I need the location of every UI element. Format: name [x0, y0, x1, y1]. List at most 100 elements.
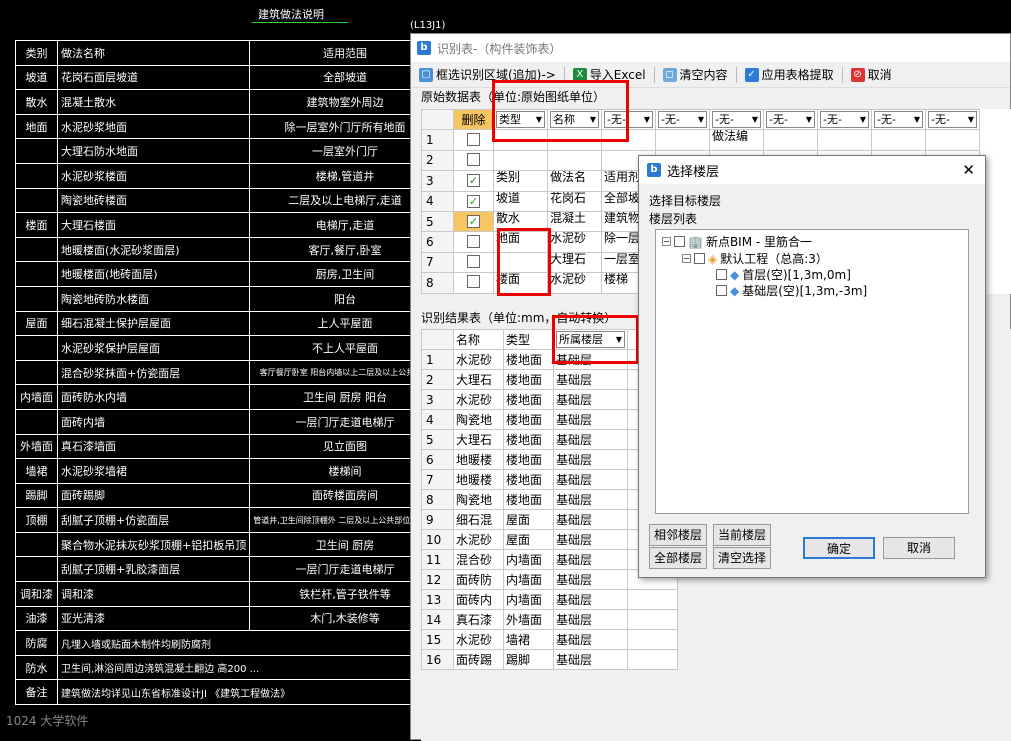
raw-cell[interactable]: 水泥砂	[547, 272, 602, 294]
raw-cell[interactable]: 坡道	[493, 190, 548, 212]
column-type-dropdown[interactable]: -无- ▼	[874, 111, 923, 129]
result-cell[interactable]: 基础层	[553, 569, 628, 590]
result-cell[interactable]: 基础层	[553, 449, 628, 470]
result-cell[interactable]: 面砖内	[453, 589, 504, 610]
result-cell[interactable]: 基础层	[553, 629, 628, 650]
raw-cell[interactable]	[763, 129, 818, 151]
result-cell[interactable]: 内墙面	[503, 569, 554, 590]
delete-checkbox[interactable]: ✓	[467, 215, 480, 229]
raw-cell[interactable]: 水泥砂	[547, 231, 602, 253]
result-cell[interactable]: 楼地面	[503, 469, 554, 490]
dialog-cancel-button[interactable]: 取消	[883, 537, 955, 559]
delete-checkbox[interactable]: ✓	[467, 194, 480, 208]
column-type-dropdown[interactable]: -无- ▼	[766, 111, 815, 129]
delete-checkbox-cell[interactable]: ✓	[453, 190, 494, 212]
result-cell[interactable]	[627, 609, 678, 630]
column-type-dropdown[interactable]: 类型 ▼	[496, 111, 545, 129]
tree-root[interactable]: − 🏢 新点BIM - 里筋合一	[662, 233, 812, 250]
raw-cell[interactable]: 散水	[493, 210, 548, 233]
delete-checkbox-cell[interactable]: ✓	[453, 210, 494, 233]
tree-checkbox[interactable]	[694, 253, 705, 264]
close-icon[interactable]: ✕	[962, 161, 975, 179]
result-cell[interactable]: 面砖防	[453, 569, 504, 590]
tree-project[interactable]: − ◈ 默认工程（总高:3）	[682, 250, 828, 267]
result-cell[interactable]: 陶瓷地	[453, 409, 504, 430]
result-cell[interactable]: 楼地面	[503, 369, 554, 390]
result-cell[interactable]: 大理石	[453, 429, 504, 450]
result-cell[interactable]: 屋面	[503, 529, 554, 550]
collapse-icon[interactable]: −	[682, 254, 691, 263]
result-cell[interactable]: 基础层	[553, 589, 628, 610]
column-type-dropdown[interactable]: 名称 ▼	[550, 111, 599, 129]
delete-checkbox-cell[interactable]	[453, 129, 494, 151]
tree-checkbox[interactable]	[674, 236, 685, 247]
raw-cell[interactable]: 大理石	[547, 251, 602, 274]
result-cell[interactable]: 基础层	[553, 469, 628, 490]
ok-button[interactable]: 确定	[803, 537, 875, 559]
raw-cell[interactable]: 地面	[493, 231, 548, 253]
result-cell[interactable]: 水泥砂	[453, 529, 504, 550]
result-cell[interactable]: 内墙面	[503, 549, 554, 570]
result-cell[interactable]: 楼地面	[503, 409, 554, 430]
delete-checkbox-cell[interactable]	[453, 149, 494, 172]
floor-dropdown[interactable]: 所属楼层 ▼	[556, 331, 625, 348]
raw-cell[interactable]: 混凝土	[547, 210, 602, 233]
result-cell[interactable]	[627, 589, 678, 610]
raw-cell[interactable]	[493, 129, 548, 151]
result-cell[interactable]: 陶瓷地	[453, 489, 504, 510]
raw-cell[interactable]	[493, 149, 548, 172]
raw-cell[interactable]	[871, 129, 926, 151]
delete-checkbox[interactable]	[467, 234, 480, 248]
raw-cell[interactable]: 楼面	[493, 272, 548, 294]
raw-row[interactable]: 1 做法编	[421, 129, 980, 151]
result-cell[interactable]: 踢脚	[503, 649, 554, 670]
raw-cell[interactable]	[493, 251, 548, 274]
clear-selection-button[interactable]: 清空选择	[713, 547, 771, 569]
tree-floor-1[interactable]: ◆ 首层(空)[1,3m,0m]	[716, 266, 851, 283]
import-excel-button[interactable]: X 导入Excel	[569, 65, 650, 84]
result-cell[interactable]: 墙裙	[503, 629, 554, 650]
result-cell[interactable]: 基础层	[553, 609, 628, 630]
result-cell[interactable]	[627, 629, 678, 650]
column-type-dropdown[interactable]: -无- ▼	[928, 111, 977, 129]
clear-content-button[interactable]: ◻ 清空内容	[659, 65, 732, 84]
result-cell[interactable]: 基础层	[553, 509, 628, 530]
delete-checkbox-cell[interactable]	[453, 231, 494, 253]
result-cell[interactable]: 水泥砂	[453, 349, 504, 370]
result-cell[interactable]: 基础层	[553, 369, 628, 390]
result-cell[interactable]: 基础层	[553, 389, 628, 410]
current-floor-button[interactable]: 当前楼层	[713, 524, 771, 546]
apply-extract-button[interactable]: ✓ 应用表格提取	[741, 65, 838, 84]
delete-checkbox-cell[interactable]	[453, 251, 494, 274]
result-cell[interactable]: 混合砂	[453, 549, 504, 570]
result-cell[interactable]: 大理石	[453, 369, 504, 390]
result-cell[interactable]: 基础层	[553, 489, 628, 510]
column-type-dropdown[interactable]: -无- ▼	[820, 111, 869, 129]
tree-floor-base[interactable]: ◆ 基础层(空)[1,3m,-3m]	[716, 282, 867, 299]
cancel-button[interactable]: ⊘ 取消	[847, 65, 896, 84]
delete-checkbox-cell[interactable]: ✓	[453, 170, 494, 192]
tree-checkbox[interactable]	[716, 269, 727, 280]
result-cell[interactable]: 基础层	[553, 409, 628, 430]
collapse-icon[interactable]: −	[662, 237, 671, 246]
result-cell[interactable]	[627, 649, 678, 670]
result-cell[interactable]: 楼地面	[503, 429, 554, 450]
delete-checkbox[interactable]	[467, 152, 480, 166]
result-cell[interactable]: 基础层	[553, 349, 628, 370]
raw-cell[interactable]	[817, 129, 872, 151]
column-type-dropdown[interactable]: -无- ▼	[712, 111, 761, 129]
delete-checkbox-cell[interactable]	[453, 272, 494, 294]
raw-cell[interactable]	[925, 129, 980, 151]
adjacent-floor-button[interactable]: 相邻楼层	[649, 524, 707, 546]
result-row[interactable]: 16 面砖踢 踢脚 基础层	[421, 649, 678, 670]
result-cell[interactable]: 楼地面	[503, 389, 554, 410]
delete-checkbox[interactable]	[467, 254, 480, 268]
raw-cell[interactable]	[655, 129, 710, 151]
raw-cell[interactable]	[547, 149, 602, 172]
all-floors-button[interactable]: 全部楼层	[649, 547, 707, 569]
delete-checkbox[interactable]	[467, 132, 480, 146]
result-cell[interactable]: 基础层	[553, 429, 628, 450]
delete-checkbox[interactable]	[467, 275, 480, 289]
result-cell[interactable]: 真石漆	[453, 609, 504, 630]
raw-cell[interactable]	[601, 129, 656, 151]
